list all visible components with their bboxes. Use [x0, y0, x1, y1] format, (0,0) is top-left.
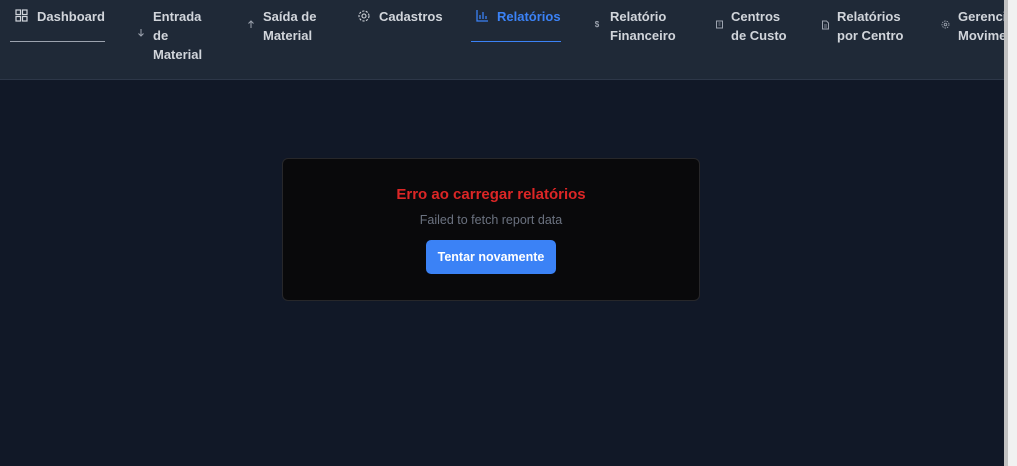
- nav-label: Relatório Financeiro: [610, 9, 676, 43]
- vertical-scrollbar[interactable]: [1004, 0, 1017, 466]
- nav-saida-material[interactable]: Saída de Material: [247, 0, 337, 43]
- retry-button[interactable]: Tentar novamente: [426, 240, 556, 274]
- nav-dashboard[interactable]: Dashboard: [10, 0, 106, 42]
- dollar-icon: $: [594, 19, 600, 29]
- nav-gerenciar-movimentacoes[interactable]: Gerenciar Movimentações: [941, 0, 1004, 43]
- nav-label: Relatórios por Centro: [837, 9, 904, 43]
- grid-icon: [15, 9, 28, 22]
- nav-label: Dashboard: [37, 9, 105, 24]
- building-icon: [715, 20, 724, 29]
- nav-label: Saída de Material: [263, 9, 317, 43]
- error-message: Failed to fetch report data: [419, 213, 563, 227]
- gear-icon: [941, 20, 950, 29]
- arrow-up-icon: [247, 19, 255, 29]
- gear-icon: [357, 9, 371, 23]
- arrow-down-icon: [137, 28, 145, 38]
- nav-indicator: [10, 41, 105, 42]
- nav-label: Relatórios: [497, 9, 561, 24]
- nav-label: Gerenciar Movimentações: [958, 9, 1004, 43]
- nav-centros-custo[interactable]: Centros de Custo: [715, 0, 805, 43]
- nav-label: Entrada de Material: [153, 9, 203, 62]
- nav-label: Centros de Custo: [731, 9, 787, 43]
- document-icon: [821, 20, 830, 30]
- nav-cadastros[interactable]: Cadastros: [357, 0, 447, 42]
- nav-relatorios[interactable]: Relatórios: [471, 0, 561, 42]
- nav-relatorio-financeiro[interactable]: $ Relatório Financeiro: [593, 0, 693, 43]
- scrollbar-thumb[interactable]: [1004, 0, 1008, 466]
- top-navigation: Dashboard Entrada de Material Saída de M…: [0, 0, 1004, 80]
- nav-relatorios-por-centro[interactable]: Relatórios por Centro: [821, 0, 921, 43]
- nav-label: Cadastros: [379, 9, 443, 24]
- bar-chart-icon: [476, 9, 489, 22]
- nav-entrada-material[interactable]: Entrada de Material: [137, 0, 217, 62]
- error-title: Erro ao carregar relatórios: [396, 186, 586, 203]
- error-card: Erro ao carregar relatórios Failed to fe…: [282, 158, 700, 301]
- active-tab-indicator: [471, 41, 561, 42]
